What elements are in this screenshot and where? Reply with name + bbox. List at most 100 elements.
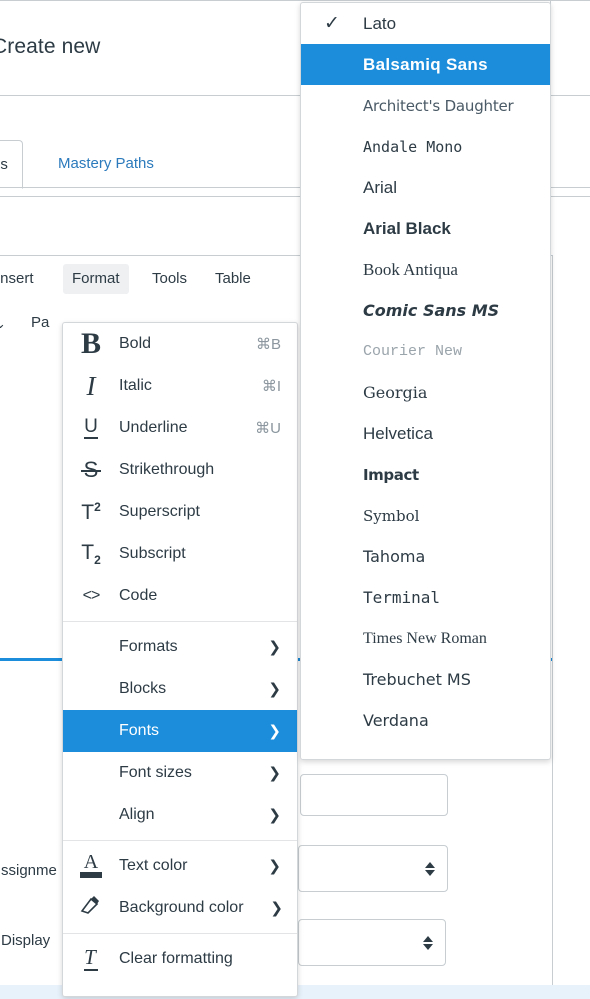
format-menu-item-superscript-label: Superscript [119, 503, 200, 520]
font-option-helvetica[interactable]: Helvetica [301, 413, 550, 454]
chevron-right-icon: ❯ [268, 807, 281, 824]
assignment-group-select[interactable] [298, 845, 448, 892]
format-menu-item-fonts[interactable]: Fonts ❯ [63, 710, 297, 752]
font-option-arial[interactable]: Arial [301, 167, 550, 208]
font-option-symbol[interactable]: Symbol [301, 495, 550, 536]
format-menu-item-align-label: Align [119, 806, 155, 823]
title-input[interactable] [300, 774, 448, 816]
text-color-icon: A [63, 851, 119, 879]
menubar-table[interactable]: Table [206, 264, 260, 294]
format-menu-item-superscript[interactable]: T2 Superscript [63, 491, 297, 533]
font-option-trebuchet-ms-label: Trebuchet MS [363, 670, 471, 689]
chevron-right-icon: ❯ [268, 723, 281, 740]
font-option-times-new-roman[interactable]: Times New Roman [301, 618, 550, 659]
menubar-table-label: Table [215, 270, 251, 287]
superscript-icon: T2 [81, 500, 101, 524]
font-option-terminal[interactable]: Terminal [301, 577, 550, 618]
font-option-impact-label: Impact [363, 465, 419, 484]
format-menu-item-italic[interactable]: I Italic ⌘I [63, 365, 297, 407]
format-menu-item-underline-label: Underline [119, 419, 188, 436]
format-menu-item-italic-shortcut: ⌘I [261, 378, 281, 395]
tab-mastery-paths[interactable]: Mastery Paths [44, 140, 168, 187]
font-option-verdana[interactable]: Verdana [301, 700, 550, 741]
menubar-insert[interactable]: Insert [0, 264, 43, 294]
font-option-book-antiqua[interactable]: Book Antiqua [301, 249, 550, 290]
font-option-balsamiq-sans[interactable]: Balsamiq Sans [301, 44, 550, 85]
format-menu-item-strikethrough[interactable]: S Strikethrough [63, 449, 297, 491]
code-icon: <> [82, 587, 101, 604]
format-menu-item-bold-label: Bold [119, 335, 152, 352]
clear-formatting-icon: T [84, 945, 98, 971]
chevron-right-icon: ❯ [268, 681, 281, 698]
menubar-format[interactable]: Format [63, 264, 129, 294]
paragraph-style-label[interactable]: Pa [31, 314, 49, 331]
format-menu-item-underline-shortcut: ⌘U [255, 420, 281, 437]
font-option-comic-sans-ms[interactable]: Comic Sans MS [301, 290, 550, 331]
font-option-arial-black[interactable]: Arial Black [301, 208, 550, 249]
format-menu-item-blocks[interactable]: Blocks ❯ [63, 668, 297, 710]
format-menu-item-underline[interactable]: U Underline ⌘U [63, 407, 297, 449]
font-option-trebuchet-ms[interactable]: Trebuchet MS [301, 659, 550, 700]
font-option-georgia[interactable]: Georgia [301, 372, 550, 413]
format-menu-item-fonts-label: Fonts [119, 722, 160, 739]
format-menu-divider-3 [63, 933, 297, 934]
format-menu-item-italic-label: Italic [119, 377, 152, 394]
font-option-book-antiqua-label: Book Antiqua [363, 259, 458, 279]
menubar-tools[interactable]: Tools [143, 264, 196, 294]
format-menu-item-align[interactable]: Align ❯ [63, 794, 297, 836]
divider-top [0, 0, 590, 1]
font-option-lato[interactable]: ✓ Lato [301, 3, 550, 44]
font-option-symbol-label: Symbol [363, 506, 420, 525]
tab-details[interactable]: ls [0, 140, 23, 189]
page-title: Create new [0, 35, 101, 58]
tab-mastery-paths-label: Mastery Paths [58, 155, 154, 172]
format-menu-item-text-color-label: Text color [119, 857, 188, 874]
font-option-tahoma-label: Tahoma [363, 547, 426, 566]
display-grade-select[interactable] [298, 919, 446, 966]
font-option-tahoma[interactable]: Tahoma [301, 536, 550, 577]
background-color-icon [63, 895, 119, 921]
italic-icon: I [86, 370, 96, 401]
format-menu-item-clear-formatting[interactable]: T Clear formatting [63, 938, 297, 980]
format-menu-item-code-label: Code [119, 587, 158, 604]
font-option-andale-mono[interactable]: Andale Mono [301, 126, 550, 167]
subscript-icon: T2 [81, 540, 101, 568]
assignment-group-spinner-icon[interactable] [425, 861, 435, 876]
check-icon: ✓ [324, 13, 340, 34]
font-option-arial-label: Arial [363, 177, 398, 197]
chevron-right-icon: ❯ [270, 900, 283, 917]
chevron-right-icon: ❯ [268, 639, 281, 656]
format-menu-item-formats-label: Formats [119, 638, 178, 655]
format-menu-item-subscript[interactable]: T2 Subscript [63, 533, 297, 575]
font-option-impact[interactable]: Impact [301, 454, 550, 495]
format-menu-item-strikethrough-label: Strikethrough [119, 461, 215, 478]
format-menu-item-font-sizes[interactable]: Font sizes ❯ [63, 752, 297, 794]
format-menu-item-code[interactable]: <> Code [63, 575, 297, 617]
display-grade-spinner-icon[interactable] [423, 935, 433, 950]
font-option-lato-label: Lato [363, 13, 397, 33]
display-grade-label: Display [1, 932, 51, 949]
format-menu-item-text-color[interactable]: A Text color ❯ [63, 845, 297, 887]
font-option-times-new-roman-label: Times New Roman [363, 629, 487, 647]
font-option-arial-black-label: Arial Black [363, 218, 451, 238]
format-menu-divider-1 [63, 621, 297, 622]
font-option-architects-daughter[interactable]: Architect's Daughter [301, 85, 550, 126]
font-option-courier-new[interactable]: Courier New [301, 331, 550, 372]
format-menu-item-background-color[interactable]: Background color ❯ [63, 887, 297, 929]
fonts-submenu[interactable]: ✓ Lato Balsamiq Sans Architect's Daughte… [300, 2, 551, 760]
strikethrough-icon: S [80, 457, 101, 482]
format-dropdown-menu[interactable]: B Bold ⌘B I Italic ⌘I U Underline ⌘U S S… [62, 322, 298, 997]
format-menu-item-bold-shortcut: ⌘B [255, 336, 281, 353]
underline-icon: U [84, 416, 98, 439]
chevron-down-icon[interactable]: ⌄ [0, 316, 6, 332]
menubar-insert-label: Insert [0, 270, 34, 287]
font-option-architects-daughter-label: Architect's Daughter [363, 96, 514, 115]
chevron-right-icon: ❯ [268, 858, 281, 875]
format-menu-item-font-sizes-label: Font sizes [119, 764, 192, 781]
bold-icon: B [80, 327, 101, 360]
format-menu-item-bold[interactable]: B Bold ⌘B [63, 323, 297, 365]
format-menu-item-formats[interactable]: Formats ❯ [63, 626, 297, 668]
font-option-terminal-label: Terminal [363, 588, 441, 607]
format-menu-item-clear-formatting-label: Clear formatting [119, 950, 233, 967]
font-option-verdana-label: Verdana [363, 711, 429, 730]
